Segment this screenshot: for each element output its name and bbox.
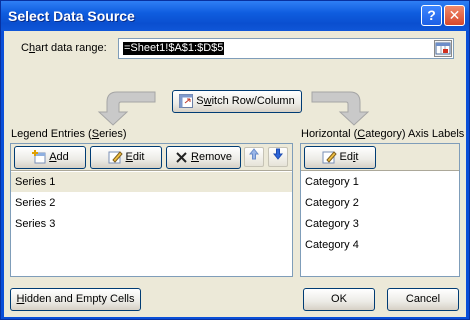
ok-button[interactable]: OK [303,288,375,311]
arrow-left-icon [97,91,156,126]
move-down-icon [272,148,284,160]
axis-labels-panel: Edit Category 1 Category 2 Category 3 Categ… [300,143,460,277]
range-picker-button[interactable] [434,40,452,57]
close-button[interactable]: ✕ [444,5,465,26]
list-item[interactable]: Series 1 [11,172,292,192]
select-data-source-dialog: Select Data Source ? ✕ Chart data range:… [0,0,470,320]
dialog-body: Chart data range: =Sheet1!$A$1:$D$5 Swit… [4,31,466,317]
chart-data-range-input[interactable]: =Sheet1!$A$1:$D$5 [118,38,454,59]
list-item[interactable]: Category 3 [301,214,459,234]
cancel-button[interactable]: Cancel [387,288,459,311]
hidden-empty-cells-button[interactable]: Hidden and Empty Cells [10,288,141,311]
axis-toolbar: Edit [301,144,459,171]
axis-labels-label: Horizontal (Category) Axis Labels [301,128,465,140]
edit-series-button[interactable]: Edit [90,146,162,169]
list-item[interactable]: Category 4 [301,235,459,255]
switch-icon [179,94,194,109]
move-up-icon [248,148,260,160]
chart-data-range-value: =Sheet1!$A$1:$D$5 [123,42,225,55]
remove-icon [176,151,187,163]
move-up-button[interactable] [244,147,264,167]
move-down-button[interactable] [268,147,288,167]
range-picker-icon [435,42,451,55]
list-item[interactable]: Category 1 [301,172,459,192]
add-series-button[interactable]: Add [14,146,86,169]
dialog-title: Select Data Source [8,8,135,24]
add-icon [32,150,46,164]
edit-axis-labels-button[interactable]: Edit [304,146,376,169]
legend-entries-panel: Add Edit Remove Series 1 Series 2 Series… [10,143,293,277]
edit-icon [108,151,123,164]
legend-entries-label: Legend Entries (Series) [11,128,127,140]
remove-series-button[interactable]: Remove [166,146,241,169]
edit-icon [322,151,337,164]
close-icon: ✕ [448,7,461,23]
help-icon: ? [427,7,436,23]
legend-toolbar: Add Edit Remove [11,144,292,171]
list-item[interactable]: Series 2 [11,193,292,213]
list-item[interactable]: Category 2 [301,193,459,213]
title-bar[interactable]: Select Data Source ? ✕ [1,1,469,31]
switch-row-column-button[interactable]: Switch Row/Column [172,90,302,113]
arrow-right-icon [311,91,370,126]
chart-data-range-label: Chart data range: [21,42,107,54]
help-button[interactable]: ? [421,5,442,26]
list-item[interactable]: Series 3 [11,214,292,234]
